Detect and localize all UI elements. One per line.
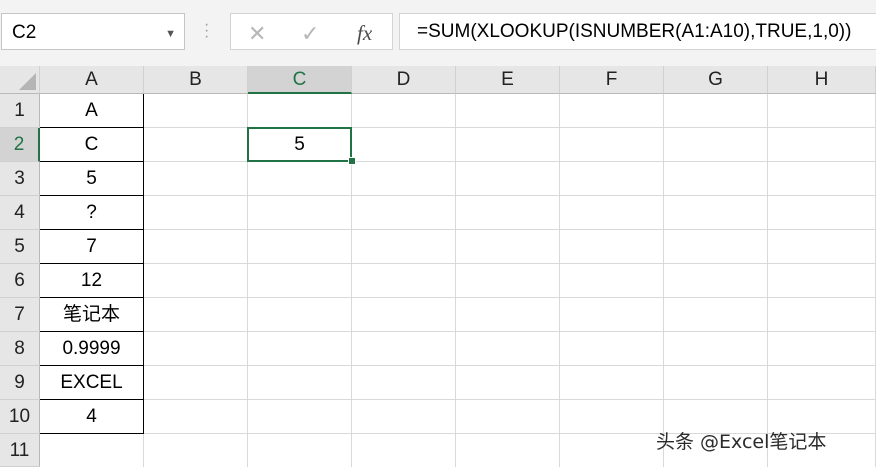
cell-border xyxy=(40,263,144,264)
enter-icon[interactable]: ✓ xyxy=(301,21,319,47)
row-header-8[interactable]: 8 xyxy=(0,332,40,366)
column-header-h[interactable]: H xyxy=(768,66,876,94)
select-all-button[interactable] xyxy=(0,66,40,94)
cell-border xyxy=(40,229,144,230)
watermark: 头条 @Excel笔记本 xyxy=(656,431,827,453)
fill-handle[interactable] xyxy=(348,157,356,165)
cell-a2[interactable]: C xyxy=(40,128,143,162)
cell-border xyxy=(143,94,144,434)
drag-handle-icon[interactable]: · · · xyxy=(204,17,209,45)
cell-a8[interactable]: 0.9999 xyxy=(40,332,143,366)
row-header-2[interactable]: 2 xyxy=(0,128,40,162)
insert-function-icon[interactable]: fx xyxy=(357,21,372,46)
column-header-f[interactable]: F xyxy=(560,66,664,94)
cell-border xyxy=(40,195,144,196)
cell-a10[interactable]: 4 xyxy=(40,400,143,434)
gridline xyxy=(40,331,876,332)
formula-buttons: ✕ ✓ fx xyxy=(230,13,393,50)
row-header-1[interactable]: 1 xyxy=(0,94,40,128)
cell-border xyxy=(40,365,144,366)
formula-input[interactable]: =SUM(XLOOKUP(ISNUMBER(A1:A10),TRUE,1,0)) xyxy=(399,13,876,50)
column-header-d[interactable]: D xyxy=(352,66,456,94)
gridline xyxy=(559,94,560,467)
cell-a5[interactable]: 7 xyxy=(40,230,143,264)
name-box-value: C2 xyxy=(12,22,37,43)
cell-border xyxy=(40,433,144,434)
gridline xyxy=(40,365,876,366)
cell-a3[interactable]: 5 xyxy=(40,162,143,196)
formula-bar-area: C2 ▼ · · · ✕ ✓ fx =SUM(XLOOKUP(ISNUMBER(A1… xyxy=(0,0,876,66)
gridline xyxy=(40,297,876,298)
cell-border xyxy=(40,331,144,332)
column-header-a[interactable]: A xyxy=(40,66,144,94)
gridline xyxy=(767,94,768,467)
gridline xyxy=(40,229,876,230)
cell-border xyxy=(40,399,144,400)
cell-border xyxy=(40,297,144,298)
row-header-11[interactable]: 11 xyxy=(0,434,40,467)
cell-a1[interactable]: A xyxy=(40,94,143,128)
row-header-4[interactable]: 4 xyxy=(0,196,40,230)
gridline xyxy=(40,195,876,196)
row-header-3[interactable]: 3 xyxy=(0,162,40,196)
cell-a7[interactable]: 笔记本 xyxy=(40,298,143,332)
gridline xyxy=(40,161,876,162)
cell-border xyxy=(40,161,144,162)
name-box[interactable]: C2 ▼ xyxy=(1,13,185,50)
gridline xyxy=(663,94,664,467)
gridline xyxy=(40,263,876,264)
column-header-e[interactable]: E xyxy=(456,66,560,94)
column-header-c[interactable]: C xyxy=(248,66,352,94)
gridline xyxy=(40,127,876,128)
column-header-b[interactable]: B xyxy=(144,66,248,94)
column-header-g[interactable]: G xyxy=(664,66,768,94)
cell-a4[interactable]: ? xyxy=(40,196,143,230)
chevron-down-icon[interactable]: ▼ xyxy=(165,28,176,40)
row-header-5[interactable]: 5 xyxy=(0,230,40,264)
active-cell-c2[interactable]: 5 xyxy=(247,127,352,162)
select-all-icon xyxy=(19,73,36,90)
row-header-10[interactable]: 10 xyxy=(0,400,40,434)
gridline xyxy=(455,94,456,467)
cell-border xyxy=(40,127,144,128)
gridline xyxy=(40,399,876,400)
row-header-6[interactable]: 6 xyxy=(0,264,40,298)
row-header-9[interactable]: 9 xyxy=(0,366,40,400)
cell-a6[interactable]: 12 xyxy=(40,264,143,298)
cancel-icon[interactable]: ✕ xyxy=(248,21,266,47)
row-header-7[interactable]: 7 xyxy=(0,298,40,332)
cell-a9[interactable]: EXCEL xyxy=(40,366,143,400)
formula-text: =SUM(XLOOKUP(ISNUMBER(A1:A10),TRUE,1,0)) xyxy=(417,21,852,42)
